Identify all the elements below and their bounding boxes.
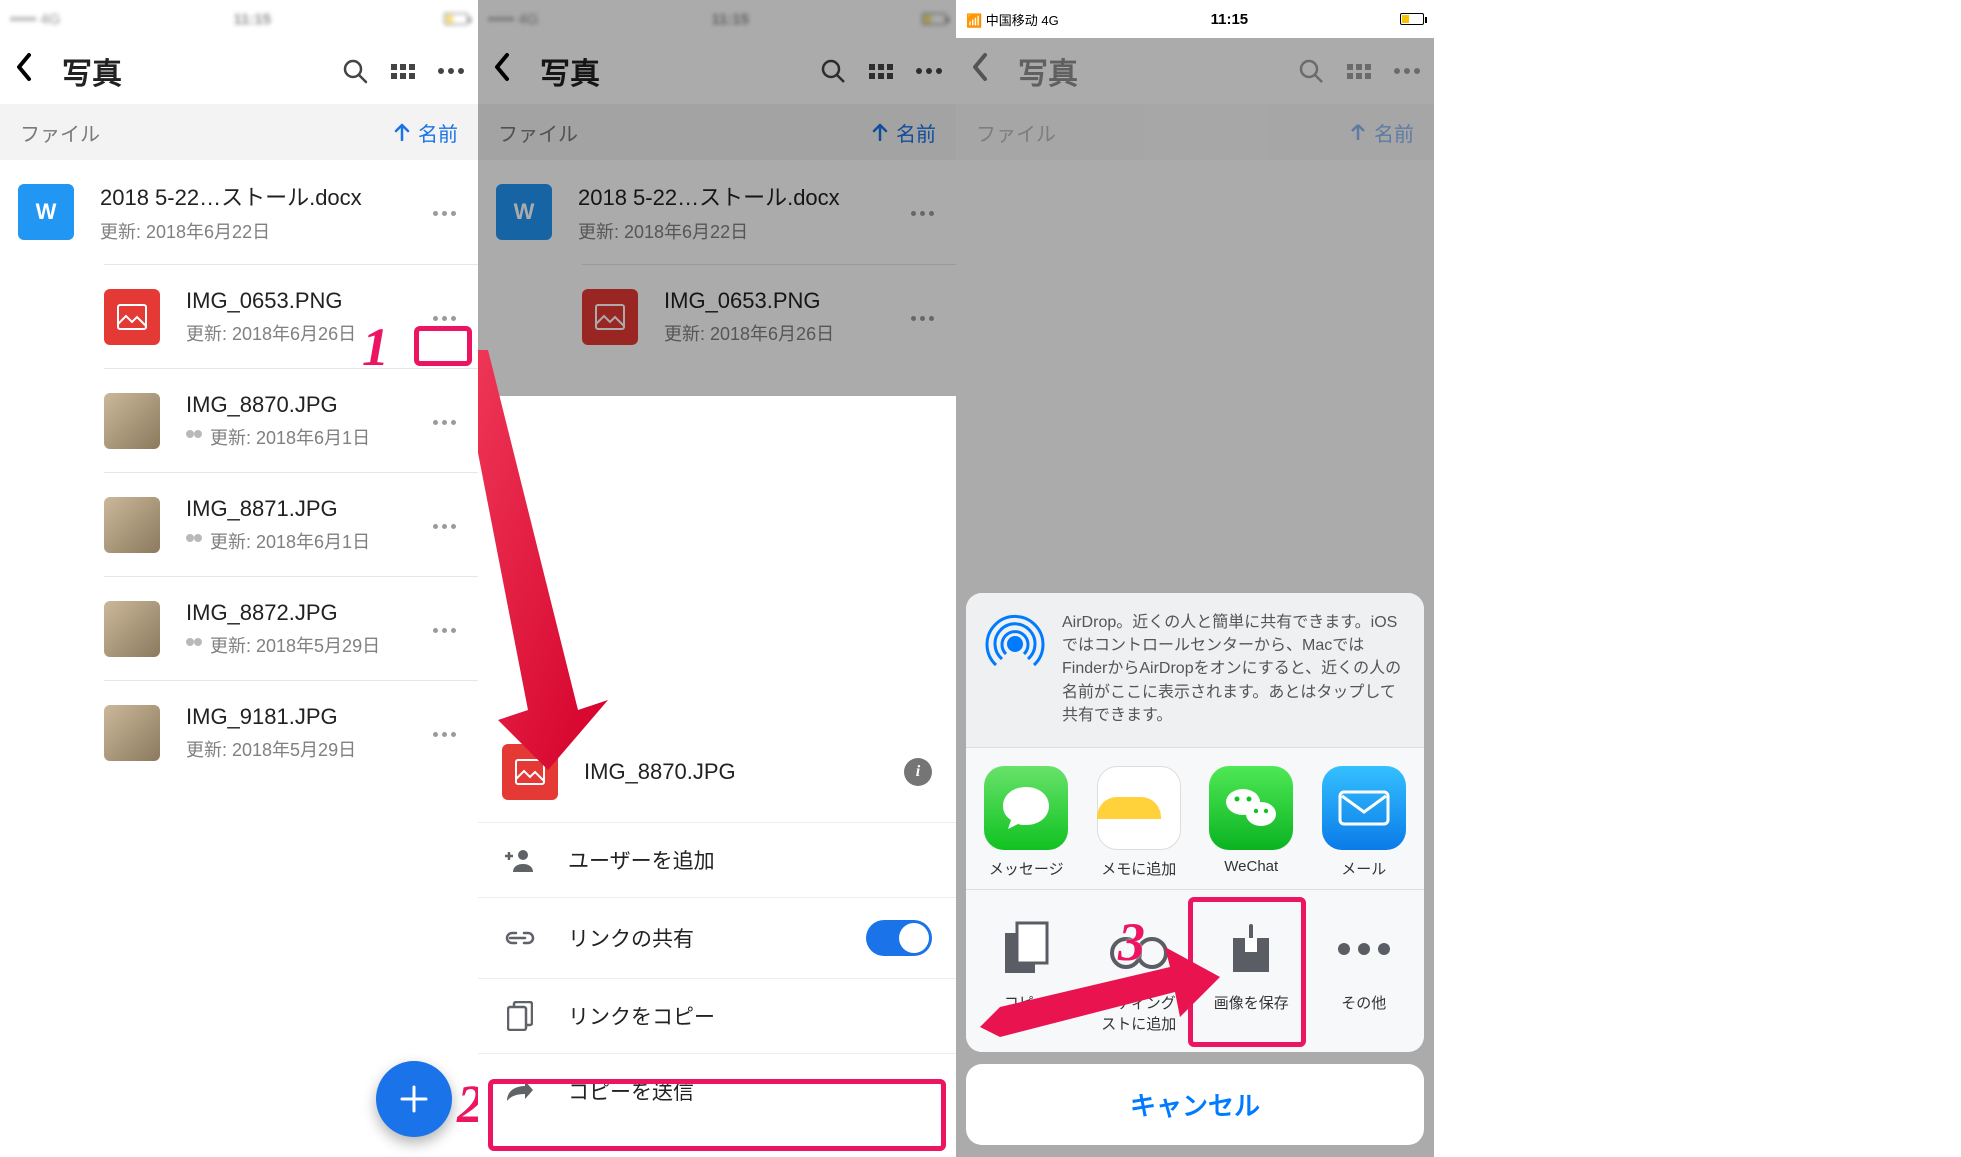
share-app-item[interactable]: メール <box>1308 766 1421 879</box>
more-horizontal-icon <box>438 68 464 74</box>
file-row[interactable]: IMG_8872.JPG 更新: 2018年5月29日 <box>104 576 478 680</box>
shared-icon <box>186 638 204 652</box>
file-name: IMG_8872.JPG <box>186 600 425 626</box>
share-app-label: メッセージ <box>989 858 1064 879</box>
file-more-button[interactable] <box>425 724 464 742</box>
shared-icon <box>186 430 204 444</box>
file-updated: 更新: 2018年5月29日 <box>186 632 425 658</box>
mail-icon <box>1338 790 1390 826</box>
share-action-label: リーディングリストに追加 <box>1083 992 1196 1034</box>
fab-add-button[interactable] <box>376 1061 452 1137</box>
file-updated: 更新: 2018年6月22日 <box>100 218 425 244</box>
info-button[interactable]: i <box>904 758 932 786</box>
person-add-icon <box>502 848 538 872</box>
share-app-item[interactable]: WeChat <box>1195 766 1308 879</box>
option-add-user[interactable]: ユーザーを追加 <box>478 822 956 897</box>
step-badge-3: 3 <box>1118 911 1145 973</box>
photo-thumbnail <box>104 705 160 761</box>
file-updated: 更新: 2018年6月1日 <box>186 424 425 450</box>
file-row[interactable]: IMG_8870.JPG 更新: 2018年6月1日 <box>104 368 478 472</box>
file-name: 2018 5-22…ストール.docx <box>100 180 425 212</box>
step-badge-1: 1 <box>362 316 389 378</box>
panel-2: ••••• 4G11:15 写真 ファイル名前 W 2018 5-22…ストール… <box>478 0 956 1157</box>
file-updated: 更新: 2018年6月26日 <box>186 320 425 346</box>
airdrop-icon <box>982 611 1048 677</box>
share-cancel-button[interactable]: キャンセル <box>966 1064 1424 1145</box>
status-bar: ••••• 4G11:15 <box>0 0 478 38</box>
file-name: IMG_8870.JPG <box>186 392 425 418</box>
panel-1: ••••• 4G11:15 写真 ファイル <box>0 0 478 1157</box>
share-apps-row: メッセージ メモに追加 WeChat メール <box>966 747 1424 889</box>
sort-bar: ファイル 名前 <box>0 104 478 160</box>
image-file-icon <box>502 744 558 800</box>
file-updated: 更新: 2018年5月29日 <box>186 736 425 762</box>
page-title: 写真 <box>62 49 342 93</box>
share-app-label: WeChat <box>1224 858 1278 875</box>
more-action-icon <box>1336 941 1392 957</box>
file-more-button[interactable] <box>425 516 464 534</box>
file-row[interactable]: IMG_9181.JPG 更新: 2018年5月29日 <box>104 680 478 784</box>
option-copy-link[interactable]: リンクをコピー <box>478 978 956 1053</box>
messages-icon <box>1001 785 1051 831</box>
file-list: W 2018 5-22…ストール.docx 更新: 2018年6月22日 IMG… <box>0 160 478 784</box>
tutorial-three-panels: ••••• 4G11:15 写真 ファイル <box>0 0 1961 1157</box>
step-2-highlight <box>488 1079 946 1151</box>
ios-share-sheet: AirDrop。近くの人と簡単に共有できます。iOSではコントロールセンターから… <box>966 593 1424 1145</box>
share-action-item[interactable]: その他 <box>1308 914 1421 1034</box>
file-name: IMG_8871.JPG <box>186 496 425 522</box>
photo-thumbnail <box>104 497 160 553</box>
plus-icon <box>398 1083 430 1115</box>
share-action-label: その他 <box>1341 992 1386 1013</box>
file-more-button[interactable] <box>425 308 464 326</box>
panel-3: 📶 中国移动 4G11:15 写真 ファイル名前 AirDrop。近くの人と簡単… <box>956 0 1434 1157</box>
sheet-file-name: IMG_8870.JPG <box>584 759 904 785</box>
share-app-item[interactable]: メモに追加 <box>1083 766 1196 879</box>
step-1-highlight <box>414 326 472 366</box>
tutorial-arrow-1-to-2 <box>478 350 638 770</box>
option-link-share[interactable]: リンクの共有 <box>478 897 956 978</box>
copy-action-icon <box>1001 921 1051 977</box>
arrow-up-icon <box>394 123 410 141</box>
photo-thumbnail <box>104 601 160 657</box>
overflow-button[interactable] <box>438 58 464 84</box>
link-icon <box>502 930 538 946</box>
file-more-button[interactable] <box>425 620 464 638</box>
sort-label: 名前 <box>418 118 458 147</box>
sort-button[interactable]: 名前 <box>394 118 458 147</box>
view-toggle-button[interactable] <box>390 58 416 84</box>
share-app-label: メモに追加 <box>1101 858 1176 879</box>
photo-thumbnail <box>104 393 160 449</box>
link-share-toggle[interactable] <box>866 920 932 956</box>
airdrop-description: AirDrop。近くの人と簡単に共有できます。iOSではコントロールセンターから… <box>1062 611 1408 727</box>
search-icon <box>342 58 368 84</box>
chevron-left-icon <box>14 52 34 82</box>
nav-bar: 写真 <box>0 38 478 104</box>
file-row[interactable]: W 2018 5-22…ストール.docx 更新: 2018年6月22日 <box>0 160 478 264</box>
grid-icon <box>391 64 415 79</box>
sheet-file-header: IMG_8870.JPG i <box>478 722 956 822</box>
share-app-label: メール <box>1341 858 1386 879</box>
share-app-item[interactable]: メッセージ <box>970 766 1083 879</box>
file-more-button[interactable] <box>425 203 464 221</box>
share-action-item[interactable]: コピー <box>970 914 1083 1034</box>
shared-icon <box>186 534 204 548</box>
status-bar: 📶 中国移动 4G11:15 <box>956 0 1434 38</box>
file-name: IMG_9181.JPG <box>186 704 425 730</box>
section-label: ファイル <box>20 118 394 147</box>
copy-icon <box>502 1001 538 1031</box>
step-3-highlight <box>1188 897 1306 1047</box>
share-action-label: コピー <box>1004 992 1049 1013</box>
back-button[interactable] <box>14 52 48 91</box>
image-file-icon <box>104 289 160 345</box>
file-updated: 更新: 2018年6月1日 <box>186 528 425 554</box>
word-file-icon: W <box>18 184 74 240</box>
file-name: IMG_0653.PNG <box>186 288 425 314</box>
airdrop-section: AirDrop。近くの人と簡単に共有できます。iOSではコントロールセンターから… <box>966 593 1424 747</box>
file-more-button[interactable] <box>425 412 464 430</box>
search-button[interactable] <box>342 58 368 84</box>
file-row[interactable]: IMG_8871.JPG 更新: 2018年6月1日 <box>104 472 478 576</box>
step-badge-2: 2 <box>457 1073 478 1135</box>
modal-backdrop[interactable] <box>478 0 956 396</box>
wechat-icon <box>1223 784 1279 832</box>
